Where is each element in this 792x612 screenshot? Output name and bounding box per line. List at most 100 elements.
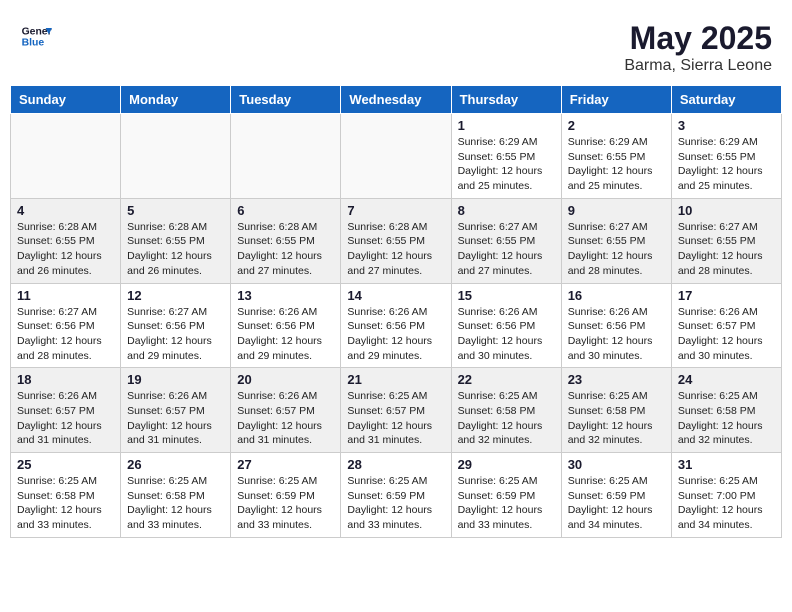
calendar-cell <box>341 114 451 199</box>
calendar-cell: 26 Sunrise: 6:25 AM Sunset: 6:58 PM Dayli… <box>121 453 231 538</box>
calendar-cell: 19Sunrise: 6:26 AM Sunset: 6:57 PM Dayli… <box>121 368 231 453</box>
calendar-cell: 2Sunrise: 6:29 AM Sunset: 6:55 PM Daylig… <box>561 114 671 199</box>
calendar-week-1: 1 Sunrise: 6:29 AM Sunset: 6:55 PM Daylig… <box>11 114 782 199</box>
title-block: May 2025 Barma, Sierra Leone <box>624 20 772 75</box>
day-number: 26 <box>127 457 224 472</box>
calendar-cell: 23 Sunrise: 6:25 AM Sunset: 6:58 PM Dayli… <box>561 368 671 453</box>
calendar-table: SundayMondayTuesdayWednesdayThursdayFrid… <box>10 85 782 538</box>
logo: General Blue <box>20 20 52 52</box>
day-number: 15 <box>458 288 555 303</box>
day-number: 12 <box>127 288 224 303</box>
calendar-cell: 29 Sunrise: 6:25 AM Sunset: 6:59 PM Dayli… <box>451 453 561 538</box>
calendar-cell: 9Sunrise: 6:27 AM Sunset: 6:55 PM Daylig… <box>561 198 671 283</box>
calendar-cell: 5Sunrise: 6:28 AM Sunset: 6:55 PM Daylig… <box>121 198 231 283</box>
day-number: 27 <box>237 457 334 472</box>
calendar-cell: 14 Sunrise: 6:26 AM Sunset: 6:56 PM Dayli… <box>341 283 451 368</box>
day-info: Sunrise: 6:26 AM Sunset: 6:57 PM Dayligh… <box>17 389 114 448</box>
day-info: Sunrise: 6:27 AM Sunset: 6:56 PM Dayligh… <box>127 305 224 364</box>
calendar-cell <box>231 114 341 199</box>
calendar-cell: 15 Sunrise: 6:26 AM Sunset: 6:56 PM Dayli… <box>451 283 561 368</box>
calendar-cell: 18 Sunrise: 6:26 AM Sunset: 6:57 PM Dayli… <box>11 368 121 453</box>
day-info: Sunrise: 6:25 AM Sunset: 6:58 PM Dayligh… <box>458 389 555 448</box>
calendar-cell: 11 Sunrise: 6:27 AM Sunset: 6:56 PM Dayli… <box>11 283 121 368</box>
day-info: Sunrise: 6:25 AM Sunset: 6:57 PM Dayligh… <box>347 389 444 448</box>
day-info: Sunrise: 6:28 AM Sunset: 6:55 PM Dayligh… <box>17 220 114 279</box>
day-info: Sunrise: 6:26 AM Sunset: 6:57 PM Dayligh… <box>127 389 224 448</box>
calendar-cell: 30 Sunrise: 6:25 AM Sunset: 6:59 PM Dayli… <box>561 453 671 538</box>
calendar-cell: 21 Sunrise: 6:25 AM Sunset: 6:57 PM Dayli… <box>341 368 451 453</box>
day-info: Sunrise: 6:25 AM Sunset: 7:00 PM Dayligh… <box>678 474 775 533</box>
calendar-cell: 16 Sunrise: 6:26 AM Sunset: 6:56 PM Dayli… <box>561 283 671 368</box>
day-number: 29 <box>458 457 555 472</box>
day-number: 30 <box>568 457 665 472</box>
day-info: Sunrise: 6:26 AM Sunset: 6:56 PM Dayligh… <box>347 305 444 364</box>
day-info: Sunrise: 6:29 AM Sunset: 6:55 PM Dayligh… <box>678 135 775 194</box>
day-number: 20 <box>237 372 334 387</box>
day-number: 10 <box>678 203 775 218</box>
day-number: 25 <box>17 457 114 472</box>
day-info: Sunrise: 6:27 AM Sunset: 6:55 PM Dayligh… <box>458 220 555 279</box>
day-info: Sunrise: 6:26 AM Sunset: 6:56 PM Dayligh… <box>237 305 334 364</box>
day-info: Sunrise: 6:27 AM Sunset: 6:56 PM Dayligh… <box>17 305 114 364</box>
day-number: 21 <box>347 372 444 387</box>
day-number: 24 <box>678 372 775 387</box>
calendar-week-4: 18 Sunrise: 6:26 AM Sunset: 6:57 PM Dayli… <box>11 368 782 453</box>
weekday-header-sunday: Sunday <box>11 86 121 114</box>
weekday-header-row: SundayMondayTuesdayWednesdayThursdayFrid… <box>11 86 782 114</box>
day-info: Sunrise: 6:26 AM Sunset: 6:57 PM Dayligh… <box>237 389 334 448</box>
day-number: 7 <box>347 203 444 218</box>
day-number: 3 <box>678 118 775 133</box>
day-number: 23 <box>568 372 665 387</box>
weekday-header-thursday: Thursday <box>451 86 561 114</box>
logo-icon: General Blue <box>20 20 52 52</box>
calendar-cell: 28 Sunrise: 6:25 AM Sunset: 6:59 PM Dayli… <box>341 453 451 538</box>
day-info: Sunrise: 6:26 AM Sunset: 6:56 PM Dayligh… <box>568 305 665 364</box>
day-info: Sunrise: 6:25 AM Sunset: 6:59 PM Dayligh… <box>568 474 665 533</box>
day-info: Sunrise: 6:27 AM Sunset: 6:55 PM Dayligh… <box>678 220 775 279</box>
day-info: Sunrise: 6:28 AM Sunset: 6:55 PM Dayligh… <box>237 220 334 279</box>
calendar-cell: 12 Sunrise: 6:27 AM Sunset: 6:56 PM Dayli… <box>121 283 231 368</box>
calendar-cell: 4Sunrise: 6:28 AM Sunset: 6:55 PM Daylig… <box>11 198 121 283</box>
day-number: 16 <box>568 288 665 303</box>
month-title: May 2025 <box>624 20 772 57</box>
weekday-header-tuesday: Tuesday <box>231 86 341 114</box>
weekday-header-friday: Friday <box>561 86 671 114</box>
day-number: 31 <box>678 457 775 472</box>
day-info: Sunrise: 6:25 AM Sunset: 6:59 PM Dayligh… <box>458 474 555 533</box>
day-number: 11 <box>17 288 114 303</box>
day-info: Sunrise: 6:25 AM Sunset: 6:58 PM Dayligh… <box>127 474 224 533</box>
day-info: Sunrise: 6:25 AM Sunset: 6:58 PM Dayligh… <box>568 389 665 448</box>
day-number: 14 <box>347 288 444 303</box>
day-number: 8 <box>458 203 555 218</box>
day-info: Sunrise: 6:26 AM Sunset: 6:56 PM Dayligh… <box>458 305 555 364</box>
calendar-cell: 7 Sunrise: 6:28 AM Sunset: 6:55 PM Daylig… <box>341 198 451 283</box>
page-header: General Blue May 2025 Barma, Sierra Leon… <box>10 10 782 80</box>
day-number: 9 <box>568 203 665 218</box>
location-title: Barma, Sierra Leone <box>624 57 772 75</box>
calendar-cell: 10 Sunrise: 6:27 AM Sunset: 6:55 PM Dayli… <box>671 198 781 283</box>
day-number: 18 <box>17 372 114 387</box>
day-info: Sunrise: 6:25 AM Sunset: 6:59 PM Dayligh… <box>347 474 444 533</box>
day-number: 1 <box>458 118 555 133</box>
day-info: Sunrise: 6:25 AM Sunset: 6:59 PM Dayligh… <box>237 474 334 533</box>
day-number: 13 <box>237 288 334 303</box>
day-info: Sunrise: 6:28 AM Sunset: 6:55 PM Dayligh… <box>347 220 444 279</box>
day-info: Sunrise: 6:29 AM Sunset: 6:55 PM Dayligh… <box>458 135 555 194</box>
day-info: Sunrise: 6:25 AM Sunset: 6:58 PM Dayligh… <box>678 389 775 448</box>
calendar-cell: 3 Sunrise: 6:29 AM Sunset: 6:55 PM Daylig… <box>671 114 781 199</box>
day-number: 28 <box>347 457 444 472</box>
calendar-cell: 22 Sunrise: 6:25 AM Sunset: 6:58 PM Dayli… <box>451 368 561 453</box>
day-number: 22 <box>458 372 555 387</box>
weekday-header-saturday: Saturday <box>671 86 781 114</box>
calendar-week-2: 4Sunrise: 6:28 AM Sunset: 6:55 PM Daylig… <box>11 198 782 283</box>
day-number: 17 <box>678 288 775 303</box>
calendar-cell: 27 Sunrise: 6:25 AM Sunset: 6:59 PM Dayli… <box>231 453 341 538</box>
calendar-cell <box>11 114 121 199</box>
calendar-week-3: 11 Sunrise: 6:27 AM Sunset: 6:56 PM Dayli… <box>11 283 782 368</box>
calendar-week-5: 25 Sunrise: 6:25 AM Sunset: 6:58 PM Dayli… <box>11 453 782 538</box>
day-number: 6 <box>237 203 334 218</box>
calendar-cell: 20 Sunrise: 6:26 AM Sunset: 6:57 PM Dayli… <box>231 368 341 453</box>
weekday-header-wednesday: Wednesday <box>341 86 451 114</box>
calendar-cell: 31 Sunrise: 6:25 AM Sunset: 7:00 PM Dayli… <box>671 453 781 538</box>
calendar-cell: 13 Sunrise: 6:26 AM Sunset: 6:56 PM Dayli… <box>231 283 341 368</box>
